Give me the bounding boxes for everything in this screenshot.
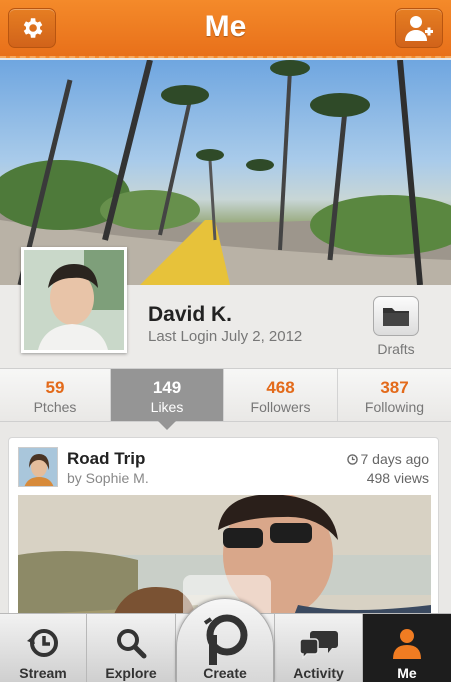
drafts-label: Drafts: [377, 341, 415, 357]
stat-count: 468: [266, 378, 295, 397]
post-views: 498 views: [366, 470, 429, 486]
last-login-text: Last Login July 2, 2012: [148, 328, 303, 345]
post-time-text: 7 days ago: [360, 451, 430, 467]
post-author[interactable]: by Sophie M.: [67, 470, 149, 486]
page-title: Me: [204, 10, 247, 43]
tab-label: Create: [203, 665, 247, 681]
tab-me[interactable]: Me: [363, 614, 451, 682]
stat-label: Followers: [250, 399, 311, 415]
create-p-icon: [203, 614, 248, 665]
search-icon: [117, 629, 147, 659]
chat-bubbles-icon: [298, 631, 338, 659]
tab-label: Explore: [105, 665, 157, 681]
tab-label: Activity: [293, 665, 344, 681]
tab-label: Me: [397, 665, 417, 681]
add-user-icon: [405, 16, 433, 41]
tab-explore[interactable]: Explore: [87, 614, 176, 682]
stat-label: Likes: [150, 399, 184, 415]
user-icon: [393, 629, 421, 659]
post-title[interactable]: Road Trip: [67, 449, 145, 469]
avatar: [24, 250, 124, 350]
post-time: 7 days ago: [346, 451, 430, 467]
add-friend-button[interactable]: [395, 8, 443, 48]
tab-activity[interactable]: Activity: [274, 614, 363, 682]
stat-label: Following: [364, 399, 425, 415]
profile-avatar[interactable]: [21, 247, 127, 353]
stat-ptches[interactable]: 59 Ptches: [0, 369, 111, 421]
top-bar: Me: [0, 0, 451, 58]
drafts-button[interactable]: [373, 296, 419, 336]
author-avatar[interactable]: [18, 447, 58, 487]
stat-count: 59: [45, 378, 65, 397]
profile-name: David K.: [148, 303, 233, 326]
tab-stream[interactable]: Stream: [0, 614, 87, 682]
stats-bar: 59 Ptches 149 Likes 468 Followers 387 Fo…: [0, 368, 451, 430]
stat-followers[interactable]: 468 Followers: [224, 369, 338, 421]
stat-count: 387: [380, 378, 409, 397]
folder-icon: [383, 308, 409, 326]
stat-count: 149: [152, 378, 182, 397]
clock-icon: [346, 453, 358, 465]
tab-label: Stream: [19, 665, 67, 681]
stat-likes[interactable]: 149 Likes: [111, 369, 224, 430]
history-clock-icon: [27, 629, 58, 657]
stat-following[interactable]: 387 Following: [338, 369, 451, 421]
stat-label: Ptches: [33, 399, 77, 415]
